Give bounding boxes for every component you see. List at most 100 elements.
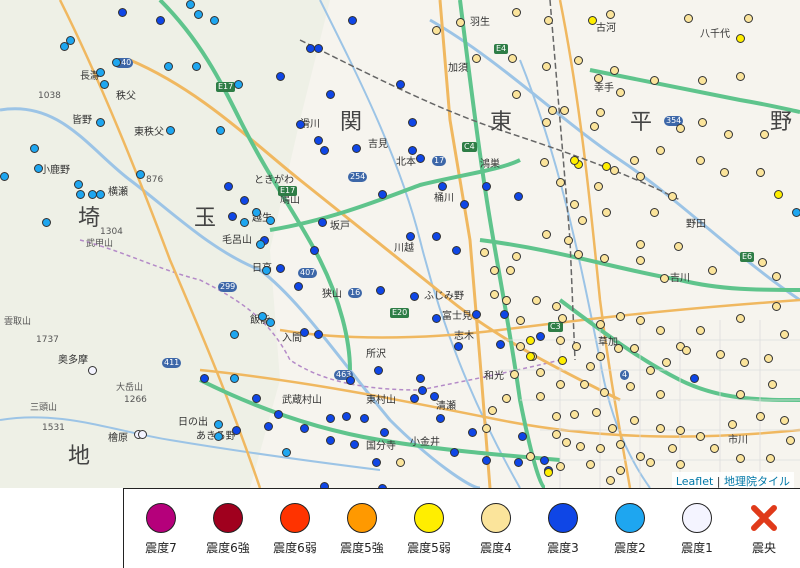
intensity-4-station-marker[interactable] xyxy=(556,336,565,345)
intensity-4-station-marker[interactable] xyxy=(490,290,499,299)
intensity-4-station-marker[interactable] xyxy=(728,420,737,429)
intensity-2-station-marker[interactable] xyxy=(186,0,195,9)
intensity-3-station-marker[interactable] xyxy=(500,310,509,319)
intensity-4-station-marker[interactable] xyxy=(536,392,545,401)
intensity-3-station-marker[interactable] xyxy=(240,196,249,205)
intensity-2-station-marker[interactable] xyxy=(216,126,225,135)
intensity-4-station-marker[interactable] xyxy=(586,362,595,371)
intensity-4-station-marker[interactable] xyxy=(574,250,583,259)
intensity-3-station-marker[interactable] xyxy=(276,72,285,81)
intensity-4-station-marker[interactable] xyxy=(512,90,521,99)
intensity-4-station-marker[interactable] xyxy=(490,266,499,275)
intensity-4-station-marker[interactable] xyxy=(544,16,553,25)
intensity-4-station-marker[interactable] xyxy=(636,316,645,325)
intensity-3-station-marker[interactable] xyxy=(380,428,389,437)
intensity-3-station-marker[interactable] xyxy=(518,432,527,441)
intensity-4-station-marker[interactable] xyxy=(396,458,405,467)
intensity-3-station-marker[interactable] xyxy=(452,246,461,255)
intensity-4-station-marker[interactable] xyxy=(540,158,549,167)
intensity-4-station-marker[interactable] xyxy=(548,106,557,115)
intensity-3-station-marker[interactable] xyxy=(200,374,209,383)
intensity-2-station-marker[interactable] xyxy=(194,10,203,19)
intensity-4-station-marker[interactable] xyxy=(636,172,645,181)
intensity-2-station-marker[interactable] xyxy=(34,164,43,173)
intensity-2-station-marker[interactable] xyxy=(192,62,201,71)
intensity-4-station-marker[interactable] xyxy=(616,466,625,475)
intensity-5--station-marker[interactable] xyxy=(570,156,579,165)
intensity-5--station-marker[interactable] xyxy=(526,336,535,345)
intensity-4-station-marker[interactable] xyxy=(542,230,551,239)
intensity-4-station-marker[interactable] xyxy=(600,254,609,263)
intensity-3-station-marker[interactable] xyxy=(348,16,357,25)
intensity-2-station-marker[interactable] xyxy=(214,432,223,441)
intensity-3-station-marker[interactable] xyxy=(300,424,309,433)
intensity-4-station-marker[interactable] xyxy=(650,208,659,217)
intensity-4-station-marker[interactable] xyxy=(596,108,605,117)
intensity-2-station-marker[interactable] xyxy=(30,144,39,153)
intensity-4-station-marker[interactable] xyxy=(562,438,571,447)
intensity-3-station-marker[interactable] xyxy=(396,80,405,89)
gsi-tiles-link[interactable]: 地理院タイル xyxy=(724,475,790,488)
intensity-4-station-marker[interactable] xyxy=(764,354,773,363)
intensity-4-station-marker[interactable] xyxy=(646,458,655,467)
intensity-4-station-marker[interactable] xyxy=(570,200,579,209)
intensity-4-station-marker[interactable] xyxy=(676,460,685,469)
intensity-3-station-marker[interactable] xyxy=(374,366,383,375)
intensity-3-station-marker[interactable] xyxy=(438,182,447,191)
intensity-2-station-marker[interactable] xyxy=(166,126,175,135)
intensity-4-station-marker[interactable] xyxy=(676,426,685,435)
intensity-3-station-marker[interactable] xyxy=(372,458,381,467)
intensity-2-station-marker[interactable] xyxy=(282,448,291,457)
intensity-4-station-marker[interactable] xyxy=(556,462,565,471)
map-view[interactable]: 関 東 平 野 埼 玉 地 長瀞 秩父 皆野 東秩父 小鹿野 横瀬 滑川 吉見 … xyxy=(0,0,800,488)
intensity-3-station-marker[interactable] xyxy=(264,422,273,431)
intensity-2-station-marker[interactable] xyxy=(136,170,145,179)
intensity-3-station-marker[interactable] xyxy=(228,212,237,221)
intensity-3-station-marker[interactable] xyxy=(326,414,335,423)
intensity-5--station-marker[interactable] xyxy=(602,162,611,171)
intensity-3-station-marker[interactable] xyxy=(454,342,463,351)
intensity-4-station-marker[interactable] xyxy=(656,326,665,335)
intensity-4-station-marker[interactable] xyxy=(636,240,645,249)
intensity-2-station-marker[interactable] xyxy=(96,190,105,199)
intensity-2-station-marker[interactable] xyxy=(230,374,239,383)
intensity-3-station-marker[interactable] xyxy=(318,218,327,227)
intensity-4-station-marker[interactable] xyxy=(724,130,733,139)
intensity-3-station-marker[interactable] xyxy=(408,118,417,127)
intensity-4-station-marker[interactable] xyxy=(676,124,685,133)
intensity-5--station-marker[interactable] xyxy=(736,34,745,43)
intensity-4-station-marker[interactable] xyxy=(736,454,745,463)
intensity-4-station-marker[interactable] xyxy=(736,72,745,81)
intensity-4-station-marker[interactable] xyxy=(780,416,789,425)
intensity-4-station-marker[interactable] xyxy=(626,382,635,391)
intensity-3-station-marker[interactable] xyxy=(326,90,335,99)
intensity-4-station-marker[interactable] xyxy=(772,302,781,311)
intensity-3-station-marker[interactable] xyxy=(482,182,491,191)
intensity-4-station-marker[interactable] xyxy=(650,76,659,85)
intensity-2-station-marker[interactable] xyxy=(100,80,109,89)
intensity-1-station-marker[interactable] xyxy=(138,430,147,439)
intensity-4-station-marker[interactable] xyxy=(488,406,497,415)
intensity-4-station-marker[interactable] xyxy=(766,454,775,463)
intensity-3-station-marker[interactable] xyxy=(314,330,323,339)
intensity-4-station-marker[interactable] xyxy=(574,56,583,65)
intensity-3-station-marker[interactable] xyxy=(326,436,335,445)
intensity-2-station-marker[interactable] xyxy=(230,330,239,339)
intensity-3-station-marker[interactable] xyxy=(410,394,419,403)
intensity-5--station-marker[interactable] xyxy=(774,190,783,199)
intensity-4-station-marker[interactable] xyxy=(512,252,521,261)
intensity-4-station-marker[interactable] xyxy=(668,192,677,201)
intensity-4-station-marker[interactable] xyxy=(578,216,587,225)
intensity-2-station-marker[interactable] xyxy=(66,36,75,45)
intensity-3-station-marker[interactable] xyxy=(416,154,425,163)
intensity-3-station-marker[interactable] xyxy=(342,412,351,421)
intensity-3-station-marker[interactable] xyxy=(460,200,469,209)
intensity-3-station-marker[interactable] xyxy=(450,448,459,457)
intensity-4-station-marker[interactable] xyxy=(756,412,765,421)
intensity-4-station-marker[interactable] xyxy=(696,432,705,441)
intensity-2-station-marker[interactable] xyxy=(42,218,51,227)
intensity-4-station-marker[interactable] xyxy=(542,62,551,71)
intensity-4-station-marker[interactable] xyxy=(610,66,619,75)
intensity-4-station-marker[interactable] xyxy=(586,460,595,469)
intensity-5--station-marker[interactable] xyxy=(558,356,567,365)
